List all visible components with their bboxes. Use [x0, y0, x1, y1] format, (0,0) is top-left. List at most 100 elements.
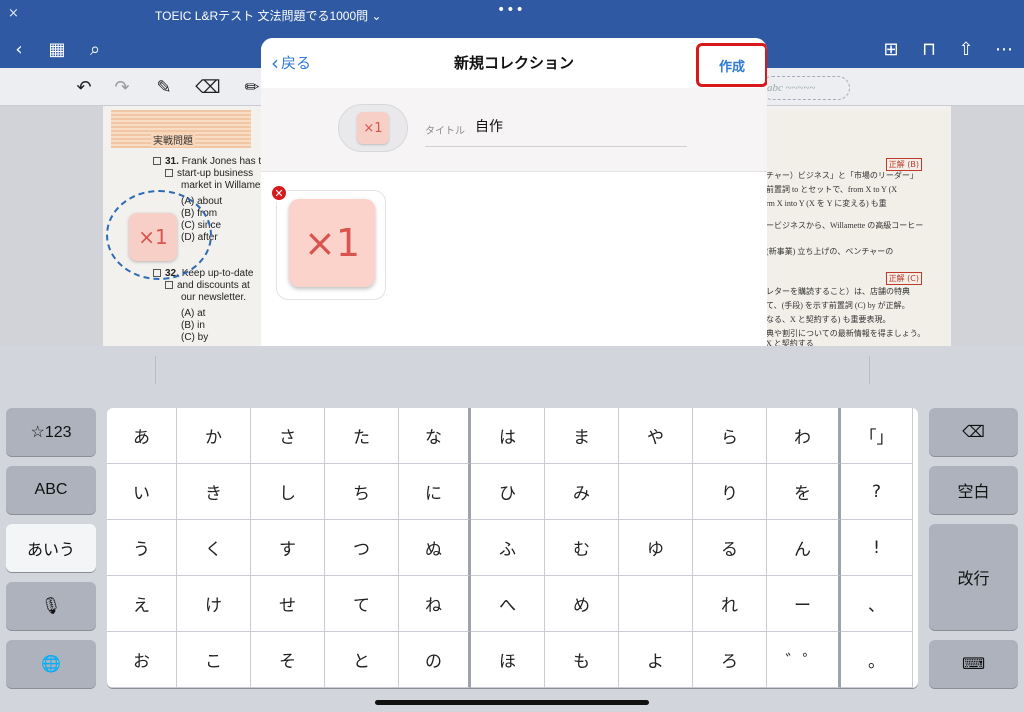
kana-key[interactable]: ら: [693, 408, 767, 464]
kana-key[interactable]: ま: [545, 408, 619, 464]
kana-key[interactable]: ?: [841, 464, 913, 520]
kana-key[interactable]: き: [177, 464, 251, 520]
grid-icon[interactable]: ▦: [46, 38, 68, 60]
kana-key[interactable]: す: [251, 520, 325, 576]
kana-key[interactable]: た: [325, 408, 399, 464]
share-icon[interactable]: ⇧: [955, 38, 977, 60]
kana-key[interactable]: せ: [251, 576, 325, 632]
kana-key[interactable]: ん: [767, 520, 841, 576]
bookmark-icon[interactable]: ⊓: [918, 38, 940, 60]
home-indicator[interactable]: [375, 700, 649, 705]
kana-key[interactable]: け: [177, 576, 251, 632]
collection-thumbnail[interactable]: ×1: [338, 104, 408, 152]
kana-key[interactable]: こ: [177, 632, 251, 688]
kana-key[interactable]: お: [107, 632, 177, 688]
kana-key[interactable]: 、: [841, 576, 913, 632]
new-collection-modal: ‹ 戻る 新規コレクション 作成 ×1 タイトル ×1: [261, 38, 767, 346]
text-tool-preview[interactable]: abc ~~~~~: [760, 76, 850, 100]
kana-key[interactable]: む: [545, 520, 619, 576]
kana-key[interactable]: そ: [251, 632, 325, 688]
kana-key[interactable]: と: [325, 632, 399, 688]
selected-sticker[interactable]: ×1: [129, 213, 177, 261]
kana-key[interactable]: ひ: [471, 464, 545, 520]
kana-key[interactable]: み: [545, 464, 619, 520]
delete-sticker-icon[interactable]: ✕: [270, 184, 288, 202]
delete-key-icon[interactable]: ⌫: [929, 408, 1018, 456]
redo-icon[interactable]: ↷: [110, 76, 134, 98]
kana-key[interactable]: て: [325, 576, 399, 632]
space-key[interactable]: 空白: [929, 466, 1018, 514]
window-title[interactable]: TOEIC L&Rテスト 文法問題でる1000問 ⌄: [155, 7, 382, 24]
kana-key[interactable]: を: [767, 464, 841, 520]
kana-key[interactable]: え: [107, 576, 177, 632]
kana-key[interactable]: !: [841, 520, 913, 576]
kana-key[interactable]: さ: [251, 408, 325, 464]
kana-key[interactable]: よ: [619, 632, 693, 688]
kana-key[interactable]: へ: [471, 576, 545, 632]
kana-key[interactable]: ね: [399, 576, 471, 632]
back-icon[interactable]: ‹: [8, 38, 30, 60]
dismiss-keyboard-icon[interactable]: ⌨: [929, 640, 1018, 688]
kana-key[interactable]: な: [399, 408, 471, 464]
kana-key[interactable]: あいう: [6, 524, 96, 572]
modal-header: ‹ 戻る 新規コレクション 作成: [261, 38, 767, 88]
kana-key[interactable]: ー: [767, 576, 841, 632]
create-button-highlight[interactable]: 作成: [696, 43, 767, 87]
multitask-dots-icon[interactable]: •••: [497, 2, 525, 18]
sticker-card[interactable]: ×1: [276, 190, 386, 300]
kana-key[interactable]: か: [177, 408, 251, 464]
kana-key[interactable]: ゛゜: [767, 632, 841, 688]
checkbox[interactable]: [153, 157, 161, 166]
kana-key[interactable]: は: [471, 408, 545, 464]
checkbox[interactable]: [165, 281, 173, 290]
title-underline: [425, 146, 687, 147]
kana-key[interactable]: わ: [767, 408, 841, 464]
kana-key[interactable]: り: [693, 464, 767, 520]
microphone-icon[interactable]: 🎙: [6, 582, 96, 630]
more-icon[interactable]: ⋯: [993, 38, 1015, 60]
candidate-bar: [0, 346, 1024, 394]
kana-key[interactable]: や: [619, 408, 693, 464]
checkbox[interactable]: [165, 169, 173, 178]
kana-key[interactable]: つ: [325, 520, 399, 576]
kana-key[interactable]: に: [399, 464, 471, 520]
globe-icon[interactable]: 🌐: [6, 640, 96, 688]
answer-tag: 正解 (C): [885, 272, 922, 285]
kana-key[interactable]: ふ: [471, 520, 545, 576]
kana-key[interactable]: の: [399, 632, 471, 688]
eraser-icon[interactable]: ⌫: [195, 76, 220, 98]
title-field-label: タイトル: [425, 126, 465, 137]
undo-icon[interactable]: ↶: [72, 76, 96, 98]
kana-key[interactable]: [619, 576, 693, 632]
close-window-icon[interactable]: ×: [8, 6, 19, 21]
search-icon[interactable]: ⌕: [84, 38, 106, 60]
kana-key[interactable]: め: [545, 576, 619, 632]
section-header-band: 実戦問題: [111, 110, 251, 148]
kana-key[interactable]: ゆ: [619, 520, 693, 576]
title-input[interactable]: [475, 118, 675, 134]
pen-icon[interactable]: ✎: [152, 76, 176, 98]
kana-key[interactable]: あ: [107, 408, 177, 464]
kana-key[interactable]: 。: [841, 632, 913, 688]
kana-key[interactable]: も: [545, 632, 619, 688]
kana-key[interactable]: く: [177, 520, 251, 576]
kana-key[interactable]: ほ: [471, 632, 545, 688]
numbers-key[interactable]: ☆123: [6, 408, 96, 456]
kana-key[interactable]: る: [693, 520, 767, 576]
question-32: 32. Keep up-to-date and discounts at our…: [153, 268, 253, 344]
thumbnail-sticker: ×1: [357, 112, 389, 144]
return-key[interactable]: 改行: [929, 524, 1018, 630]
kana-key[interactable]: ち: [325, 464, 399, 520]
kana-key[interactable]: ろ: [693, 632, 767, 688]
kana-key[interactable]: ぬ: [399, 520, 471, 576]
kana-key[interactable]: い: [107, 464, 177, 520]
kana-key[interactable]: し: [251, 464, 325, 520]
kana-key[interactable]: [619, 464, 693, 520]
kana-key[interactable]: れ: [693, 576, 767, 632]
abc-key[interactable]: ABC: [6, 466, 96, 514]
add-page-icon[interactable]: ⊞: [880, 38, 902, 60]
create-button[interactable]: 作成: [719, 56, 745, 75]
kana-grid: あかさたなはまやらわ「」いきしちにひみ りを? うくすつぬふむゆるん! えけせてねへめ…: [107, 408, 918, 688]
kana-key[interactable]: う: [107, 520, 177, 576]
kana-key[interactable]: 「」: [841, 408, 913, 464]
